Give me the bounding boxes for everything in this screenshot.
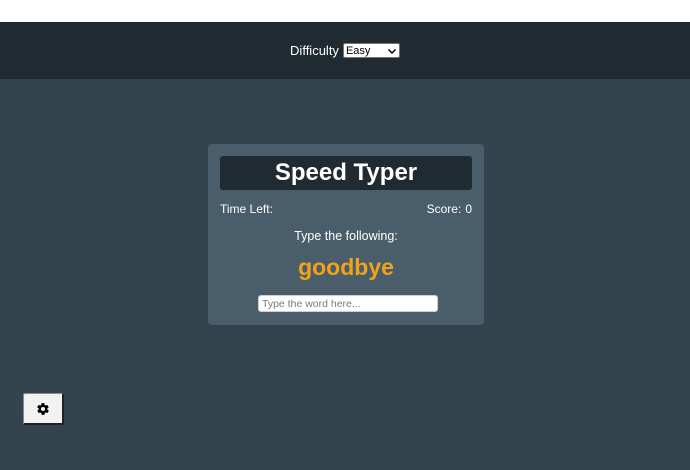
difficulty-select-value: Easy: [345, 44, 371, 57]
title-box: Speed Typer: [220, 156, 472, 190]
stats-row: Time Left: Score: 0: [220, 202, 472, 218]
word-input[interactable]: [258, 295, 438, 312]
time-left-label: Time Left:: [220, 202, 273, 216]
page-title: Speed Typer: [274, 159, 418, 186]
page: Difficulty Easy Speed Typer Time Left: S…: [0, 0, 690, 470]
difficulty-label: Difficulty: [290, 43, 339, 58]
target-word: goodbye: [298, 254, 394, 280]
settings-bar: Difficulty Easy: [0, 22, 690, 79]
difficulty-select[interactable]: Easy: [342, 43, 400, 58]
score-label: Score:: [426, 202, 462, 216]
chevron-down-icon: [387, 48, 396, 54]
game-card: Speed Typer Time Left: Score: 0 Type the …: [208, 144, 484, 325]
score: Score: 0: [427, 202, 472, 216]
instruction-text: Type the following:: [294, 229, 398, 243]
gear-icon: [37, 402, 49, 415]
time-left: Time Left:: [220, 202, 277, 216]
score-value: 0: [465, 202, 472, 216]
app-container: Difficulty Easy Speed Typer Time Left: S…: [0, 22, 690, 470]
settings-button[interactable]: [23, 393, 64, 425]
